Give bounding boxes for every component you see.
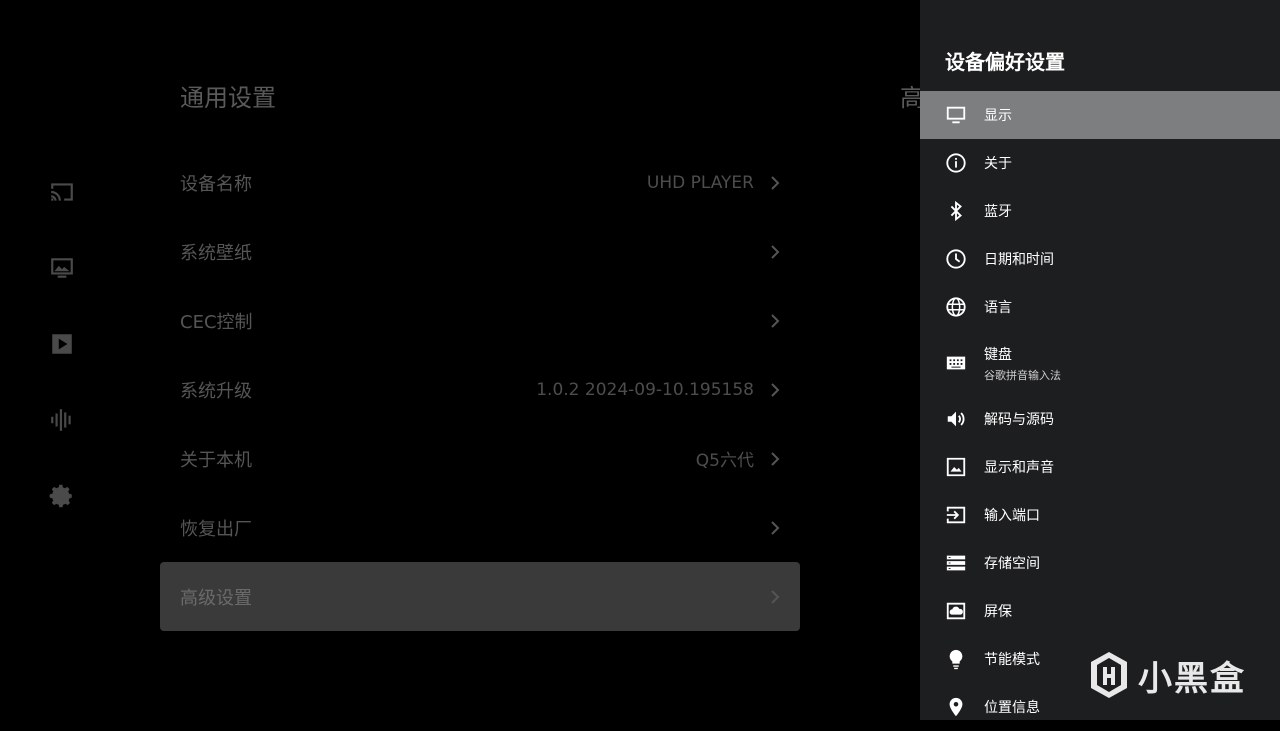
row-value: UHD PLAYER bbox=[646, 172, 754, 193]
menu-item-label: 蓝牙 bbox=[984, 204, 1012, 220]
menu-item-display[interactable]: 显示 bbox=[920, 91, 1280, 139]
settings-row-cec[interactable]: CEC控制 bbox=[160, 286, 800, 355]
row-label: 设备名称 bbox=[180, 173, 252, 195]
menu-item-label: 屏保 bbox=[984, 604, 1012, 620]
storage-icon bbox=[945, 552, 967, 574]
menu-item-decode[interactable]: 解码与源码 bbox=[920, 395, 1280, 443]
bluetooth-icon bbox=[945, 200, 967, 222]
settings-row-system-upgrade[interactable]: 系统升级 1.0.2 2024-09-10.195158 bbox=[160, 355, 800, 424]
menu-item-about[interactable]: 关于 bbox=[920, 139, 1280, 187]
image-icon bbox=[945, 456, 967, 478]
location-icon bbox=[945, 696, 967, 718]
menu-item-keyboard[interactable]: 键盘 谷歌拼音输入法 bbox=[920, 331, 1280, 395]
globe-icon bbox=[945, 296, 967, 318]
info-icon bbox=[945, 152, 967, 174]
screensaver-icon bbox=[945, 600, 967, 622]
chevron-right-icon bbox=[770, 175, 780, 191]
drawer-menu: 显示 关于 蓝牙 日期和时间 语言 键盘 谷歌拼音输入法 解码与源码 显示和声音… bbox=[920, 91, 1280, 731]
input-icon bbox=[945, 504, 967, 526]
chevron-right-icon bbox=[770, 451, 780, 467]
heybox-logo-icon bbox=[1091, 652, 1127, 698]
drawer-title: 设备偏好设置 bbox=[945, 50, 1065, 74]
chevron-right-icon bbox=[770, 244, 780, 260]
settings-row-device-name[interactable]: 设备名称 UHD PLAYER bbox=[160, 148, 800, 217]
monitor-icon bbox=[945, 104, 967, 126]
menu-item-label: 键盘 bbox=[984, 346, 1012, 363]
row-label: 系统壁纸 bbox=[180, 242, 252, 264]
device-preferences-drawer: 设备偏好设置 显示 关于 蓝牙 日期和时间 语言 键盘 谷歌拼音输入法 解码与源… bbox=[920, 0, 1280, 720]
row-value: Q5六代 bbox=[695, 451, 754, 471]
menu-item-sublabel: 谷歌拼音输入法 bbox=[984, 368, 1061, 382]
chevron-right-icon bbox=[770, 520, 780, 536]
menu-item-label: 输入端口 bbox=[984, 508, 1040, 524]
row-label: 关于本机 bbox=[180, 449, 252, 471]
menu-item-label: 位置信息 bbox=[984, 700, 1040, 716]
settings-gear-icon[interactable] bbox=[49, 483, 75, 509]
keyboard-icon bbox=[945, 352, 967, 374]
wallpaper-icon[interactable] bbox=[49, 255, 75, 281]
clock-icon bbox=[945, 248, 967, 270]
settings-row-advanced[interactable]: 高级设置 bbox=[160, 562, 800, 631]
settings-row-factory-reset[interactable]: 恢复出厂 bbox=[160, 493, 800, 562]
chevron-right-icon bbox=[770, 382, 780, 398]
row-label: 系统升级 bbox=[180, 380, 252, 402]
cast-icon[interactable] bbox=[49, 179, 75, 205]
chevron-right-icon bbox=[770, 589, 780, 605]
menu-item-storage[interactable]: 存储空间 bbox=[920, 539, 1280, 587]
general-settings-list: 设备名称 UHD PLAYER 系统壁纸 CEC控制 系统升级 1.0.2 20… bbox=[160, 148, 800, 631]
left-rail bbox=[0, 0, 124, 720]
watermark-text: 小黑盒 bbox=[1138, 658, 1246, 699]
chevron-right-icon bbox=[770, 313, 780, 329]
next-page-title-peek: 高 bbox=[900, 84, 920, 112]
menu-item-label: 语言 bbox=[984, 300, 1012, 316]
page-title: 通用设置 bbox=[180, 84, 276, 112]
menu-item-input-port[interactable]: 输入端口 bbox=[920, 491, 1280, 539]
menu-item-label: 关于 bbox=[984, 156, 1012, 172]
settings-row-wallpaper[interactable]: 系统壁纸 bbox=[160, 217, 800, 286]
menu-item-display-sound[interactable]: 显示和声音 bbox=[920, 443, 1280, 491]
row-label: 恢复出厂 bbox=[180, 518, 252, 540]
menu-item-date-time[interactable]: 日期和时间 bbox=[920, 235, 1280, 283]
row-value: 1.0.2 2024-09-10.195158 bbox=[536, 379, 754, 400]
audio-wave-icon[interactable] bbox=[49, 407, 75, 433]
row-label: 高级设置 bbox=[180, 587, 252, 609]
row-label: CEC控制 bbox=[180, 311, 253, 333]
menu-item-label: 节能模式 bbox=[984, 652, 1040, 668]
menu-item-label: 显示和声音 bbox=[984, 460, 1054, 476]
play-icon[interactable] bbox=[49, 331, 75, 357]
menu-item-label: 存储空间 bbox=[984, 556, 1040, 572]
menu-item-label: 显示 bbox=[984, 108, 1012, 124]
volume-icon bbox=[945, 408, 967, 430]
menu-item-label: 解码与源码 bbox=[984, 412, 1054, 428]
lightbulb-icon bbox=[945, 648, 967, 670]
menu-item-bluetooth[interactable]: 蓝牙 bbox=[920, 187, 1280, 235]
settings-row-about-device[interactable]: 关于本机 Q5六代 bbox=[160, 424, 800, 493]
watermark: 小黑盒 bbox=[1088, 650, 1246, 700]
menu-item-screensaver[interactable]: 屏保 bbox=[920, 587, 1280, 635]
menu-item-language[interactable]: 语言 bbox=[920, 283, 1280, 331]
menu-item-label: 日期和时间 bbox=[984, 252, 1054, 268]
